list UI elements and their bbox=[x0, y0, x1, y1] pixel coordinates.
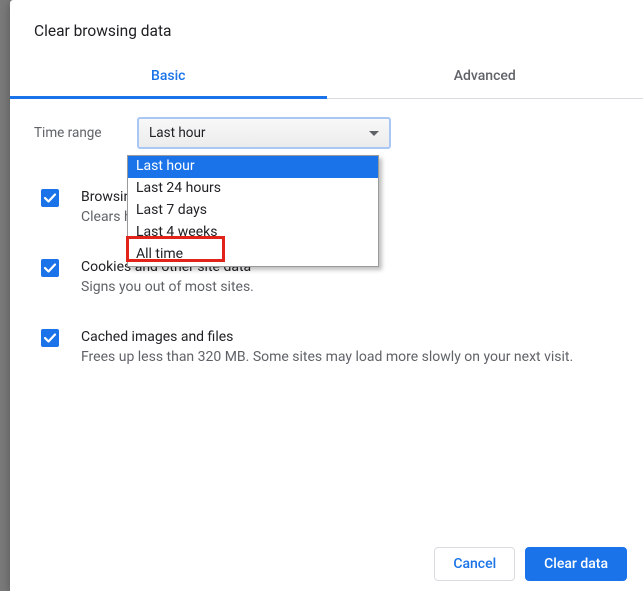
cancel-button[interactable]: Cancel bbox=[434, 547, 515, 581]
tab-basic[interactable]: Basic bbox=[10, 56, 327, 99]
dropdown-option-last-hour[interactable]: Last hour bbox=[128, 156, 378, 178]
option-text: Cached images and files Frees up less th… bbox=[81, 327, 619, 367]
clear-browsing-data-dialog: Clear browsing data Basic Advanced Time … bbox=[10, 0, 643, 591]
option-cache: Cached images and files Frees up less th… bbox=[34, 327, 619, 367]
tab-basic-label: Basic bbox=[151, 68, 185, 84]
option-title: Cached images and files bbox=[81, 327, 619, 347]
dropdown-option-all-time[interactable]: All time bbox=[128, 244, 378, 266]
time-range-dropdown[interactable]: Last hour Last 24 hours Last 7 days Last… bbox=[127, 155, 379, 267]
cancel-button-label: Cancel bbox=[453, 556, 496, 572]
dropdown-option-last-4-weeks[interactable]: Last 4 weeks bbox=[128, 222, 378, 244]
dialog-title: Clear browsing data bbox=[10, 0, 643, 56]
check-icon bbox=[43, 261, 57, 275]
dropdown-option-last-24-hours[interactable]: Last 24 hours bbox=[128, 178, 378, 200]
checkbox-browsing-history[interactable] bbox=[41, 189, 59, 207]
clear-data-button-label: Clear data bbox=[544, 556, 608, 572]
time-range-label: Time range bbox=[34, 125, 137, 141]
dropdown-option-last-7-days[interactable]: Last 7 days bbox=[128, 200, 378, 222]
time-range-selected-value: Last hour bbox=[149, 125, 206, 141]
chevron-down-icon bbox=[369, 131, 379, 136]
check-icon bbox=[43, 191, 57, 205]
time-range-select[interactable]: Last hour bbox=[137, 117, 391, 149]
check-icon bbox=[43, 331, 57, 345]
checkbox-cookies[interactable] bbox=[41, 259, 59, 277]
tabs: Basic Advanced bbox=[10, 56, 643, 99]
tab-advanced[interactable]: Advanced bbox=[327, 56, 643, 99]
tab-advanced-label: Advanced bbox=[454, 68, 516, 84]
clear-data-button[interactable]: Clear data bbox=[525, 547, 627, 581]
time-range-row: Time range Last hour bbox=[34, 117, 619, 149]
option-subtitle: Signs you out of most sites. bbox=[81, 277, 619, 297]
option-subtitle: Frees up less than 320 MB. Some sites ma… bbox=[81, 347, 619, 367]
dialog-footer: Cancel Clear data bbox=[10, 533, 643, 591]
checkbox-cache[interactable] bbox=[41, 329, 59, 347]
